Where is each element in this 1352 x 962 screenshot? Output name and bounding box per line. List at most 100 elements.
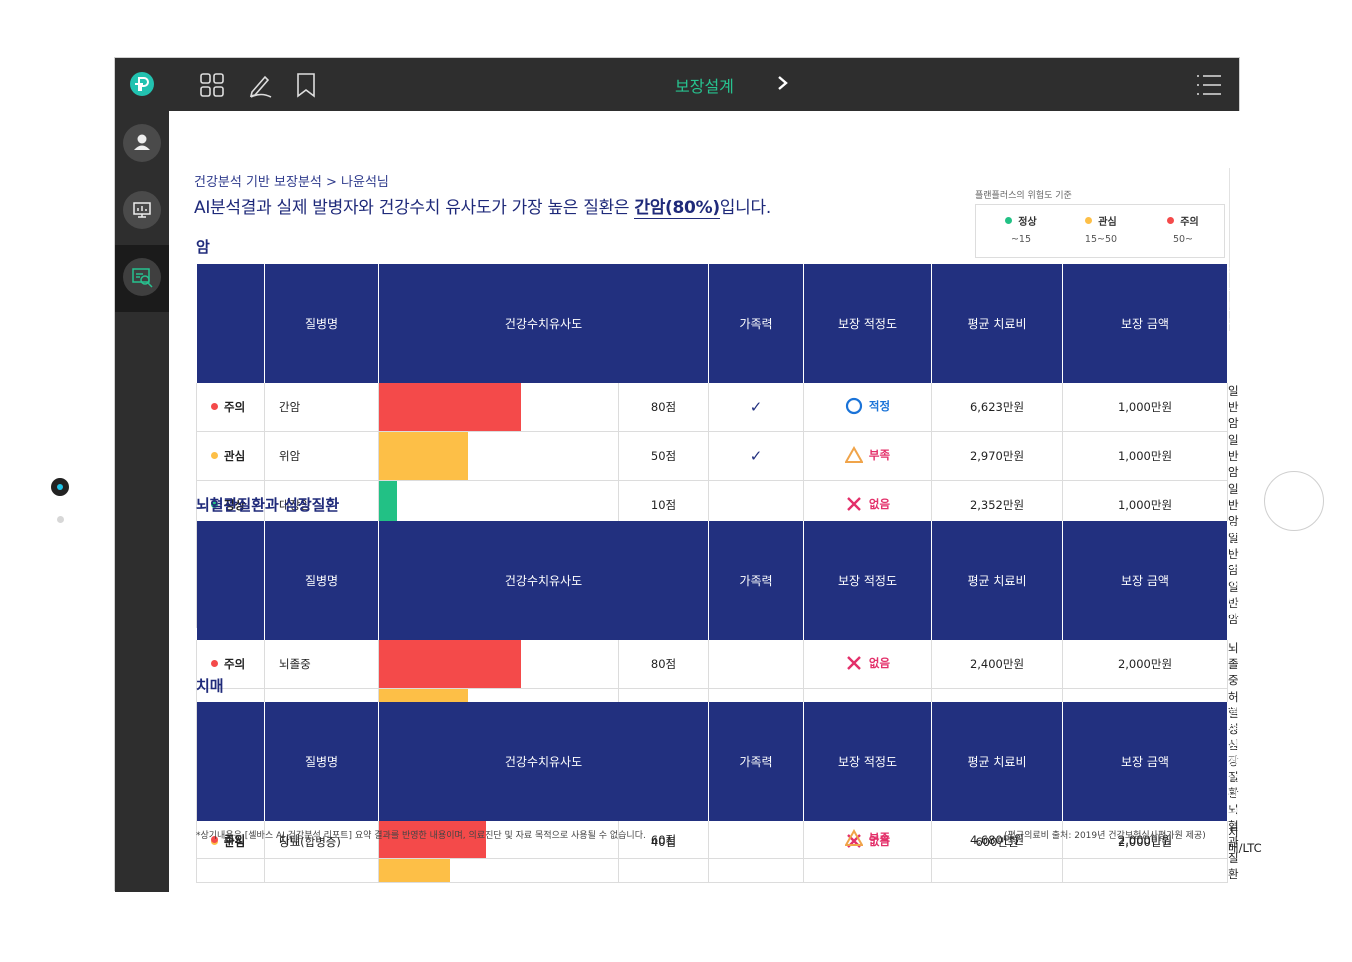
similarity-bar-cell [378,431,619,481]
family-history-check-icon [708,640,804,689]
disease-name: 뇌졸중 [264,640,379,689]
coverage-fit: 없음 [803,640,932,689]
main-content: 건강분석 기반 보장분석 > 나윤석님 AI분석결과 실제 발병자와 건강수치 … [169,111,1262,891]
pen-icon[interactable] [247,72,273,98]
column-header: 건강수치유사도 [378,702,709,821]
legend-label: 주의 [1180,217,1199,228]
status-dot [1005,217,1013,224]
breadcrumb: 건강분석 기반 보장분석 > 나윤석님 [194,175,389,190]
coverage-fit-badge: 적정 [845,397,890,415]
family-history-check-icon: ✓ [708,383,804,432]
grid-icon[interactable] [199,72,225,98]
column-header: 평균 치료비 [931,702,1063,821]
column-header: 평균 치료비 [931,264,1063,383]
coverage-fit: 부족 [803,821,932,860]
column-header: 질병명 [264,702,379,821]
column-header: 보장 금액 [1062,264,1228,383]
coverage-fit-badge: 없음 [845,495,890,513]
column-header: 보장 금액 [1062,521,1228,640]
similarity-bar-cell [378,383,619,432]
avg-treatment-cost: 6,623만원 [931,383,1063,432]
coverage-fit: 적정 [803,383,932,432]
stage: 보장설계 건강분석 기반 보장분석 > 나윤석님 AI분석결과 실제 발병자와 … [0,0,1352,962]
legend-item-normal: 정상 ~15 [986,213,1056,245]
family-history-check-icon [708,821,804,860]
status-badge: 관심 [196,431,265,481]
legend-box: 정상 ~15 관심 15~50 주의 50~ [975,204,1225,258]
coverage-fit-badge: 없음 [845,654,890,672]
section-title: 암 [196,238,210,256]
avg-treatment-cost: 2,970만원 [931,431,1063,481]
similarity-score: 80점 [618,640,709,689]
legend-title: 플랜플러스의 위험도 기준 [975,191,1072,201]
column-header: 질병명 [264,264,379,383]
column-header-status [196,702,265,821]
section-title: 뇌혈관질환과 심장질환 [196,496,340,514]
analysis-icon[interactable] [123,258,161,296]
status-label: 관심 [224,449,246,463]
family-history-check-icon: ✓ [708,431,804,481]
column-header: 가족력 [708,264,804,383]
legend-item-interest: 관심 15~50 [1066,213,1136,245]
bookmark-icon[interactable] [293,72,319,98]
column-header: 보장 적정도 [803,264,932,383]
status-dot [211,660,218,667]
table-row[interactable]: 주의 뇌졸중 80점 없음 2,400만원 2,000만원 뇌졸중 [196,640,1239,689]
coverage-fit-label: 부족 [868,447,891,462]
tablet-screen: 보장설계 건강분석 기반 보장분석 > 나윤석님 AI분석결과 실제 발병자와 … [114,57,1262,892]
headline-highlight: 간암(80%) [634,198,720,219]
legend-label: 정상 [1018,217,1037,228]
list-menu-icon[interactable] [1195,73,1223,97]
page-indicator[interactable] [57,516,64,523]
analysis-headline: AI분석결과 실제 발병자와 건강수치 유사도가 가장 높은 질환은 간암(80… [194,193,771,219]
similarity-bar [379,432,468,480]
coverage-fit-label: 없음 [868,655,891,670]
page-indicator-active[interactable] [51,478,69,496]
legend-item-caution: 주의 50~ [1148,213,1218,245]
user-icon[interactable] [123,124,161,162]
chevron-right-icon[interactable] [775,74,791,92]
disclaimer-note: *상기내용은 [셀바스 AI 건강분석 리포트] 요약 결과를 반영한 내용이며… [196,831,646,841]
planplus-logo-icon[interactable] [130,72,154,96]
triangle-icon [844,829,863,847]
x-icon [845,495,863,513]
similarity-bar [379,383,521,431]
coverage-fit-label: 부족 [868,831,891,846]
top-bar: 보장설계 [115,58,1239,111]
column-header-status [196,264,265,383]
page-title[interactable]: 보장설계 [675,73,734,97]
table-row[interactable]: 관심 위암 50점 ✓ 부족 2,970만원 1,000만원 일반암 [196,431,1239,481]
similarity-score: 80점 [618,383,709,432]
triangle-icon [844,445,863,464]
section-title: 치매 [196,677,224,695]
legend-range: 50~ [1172,234,1194,245]
cost-source-note: (평균의료비 출처: 2019년 건강보험심사평가원 제공) [1004,831,1206,841]
sidebar [115,111,169,892]
coverage-amount: 2,000만원 [1062,640,1228,689]
headline-prefix: AI분석결과 실제 발병자와 건강수치 유사도가 가장 높은 질환은 [194,198,635,218]
coverage-fit-label: 없음 [868,496,891,511]
status-label: 주의 [224,400,246,414]
circle-icon [845,397,863,415]
status-dot [1085,217,1093,224]
avg-treatment-cost: 2,400만원 [931,640,1063,689]
column-header: 보장 적정도 [803,702,932,821]
similarity-bar-cell [378,640,619,689]
coverage-fit: 부족 [803,431,932,481]
column-header: 가족력 [708,521,804,640]
status-dot [1167,217,1175,224]
presentation-icon[interactable] [123,191,161,229]
status-dot [211,452,218,459]
legend-range: ~15 [1010,234,1032,245]
home-button[interactable] [1264,471,1324,531]
column-header: 질병명 [264,521,379,640]
similarity-bar [379,640,521,688]
headline-suffix: 입니다. [719,198,771,218]
coverage-fit-badge: 부족 [844,829,891,847]
coverage-fit-label: 적정 [868,398,891,413]
status-badge: 주의 [196,383,265,432]
status-dot [211,403,218,410]
column-header-status [196,521,265,640]
table-row[interactable]: 주의 간암 80점 ✓ 적정 6,623만원 1,000만원 일반암 [196,383,1239,432]
column-header: 보장 적정도 [803,521,932,640]
